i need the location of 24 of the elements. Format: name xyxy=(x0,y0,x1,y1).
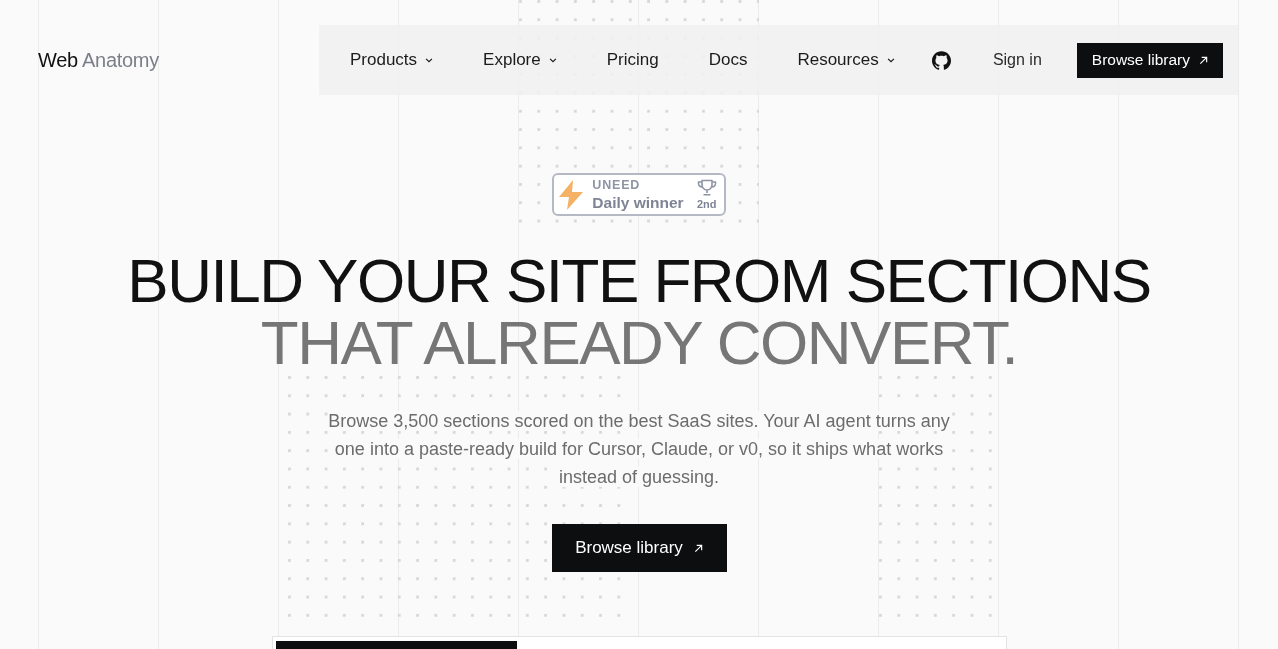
nav-link[interactable]: Pricing xyxy=(606,50,659,70)
chevron-down-icon xyxy=(548,57,557,63)
chevron-down-icon xyxy=(886,57,895,63)
hero-heading-line: BUILD YOUR SITE FROM SECTIONS xyxy=(127,250,1151,312)
nav-menu-link[interactable]: Resources xyxy=(797,50,895,70)
browse-library-button[interactable]: Browse library xyxy=(551,524,727,572)
logo-link[interactable]: Web Anatomy xyxy=(38,48,159,71)
nav-link[interactable]: Docs xyxy=(708,50,748,70)
nav-menu-link[interactable]: Products xyxy=(350,50,434,70)
chevron-down-icon xyxy=(425,57,434,63)
hero-description: Browse 3,500 sections scored on the best SaaS sites. Your AI agent turns any one into a paste-ready build for Cursor, Claude, or v0, so it ships what works instead of guessing. xyxy=(327,410,951,489)
badge-rank: 2nd xyxy=(696,198,717,210)
trophy-icon xyxy=(696,179,717,196)
github-icon[interactable] xyxy=(931,50,951,70)
hero-heading-line: THAT ALREADY CONVERT. xyxy=(260,312,1018,374)
arrow-up-right-icon xyxy=(693,543,703,553)
nav-menu-link[interactable]: Explore xyxy=(483,50,557,70)
browse-library-button[interactable]: Browse library xyxy=(1076,42,1223,78)
award-badge[interactable]: UNEED Daily winner 2nd xyxy=(552,173,726,216)
lightning-bolt-icon xyxy=(559,179,584,210)
sign-in-link[interactable]: Sign in xyxy=(992,51,1042,69)
badge-title: Daily winner xyxy=(592,194,684,210)
arrow-up-right-icon xyxy=(1199,55,1208,65)
badge-brand: UNEED xyxy=(592,179,642,192)
